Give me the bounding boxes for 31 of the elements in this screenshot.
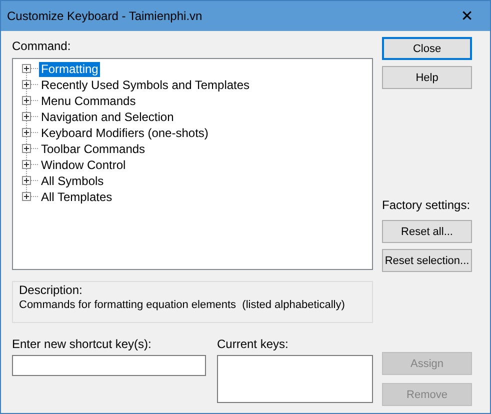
expand-icon[interactable]	[21, 173, 39, 189]
tree-item[interactable]: Navigation and Selection	[39, 110, 176, 124]
expand-icon[interactable]	[21, 93, 39, 109]
tree-item[interactable]: Recently Used Symbols and Templates	[39, 78, 252, 92]
dialog-button[interactable]: Reset all...	[382, 220, 472, 243]
tree-item[interactable]: Keyboard Modifiers (one-shots)	[39, 126, 210, 140]
command-label: Command:	[12, 39, 72, 54]
shortcut-field[interactable]	[12, 355, 206, 376]
tree-item[interactable]: Toolbar Commands	[39, 142, 148, 156]
tree-item[interactable]: All Symbols	[39, 174, 106, 188]
tree-item[interactable]: Formatting	[39, 62, 100, 76]
dialog-button[interactable]: Reset selection...	[382, 249, 472, 272]
dialog-button[interactable]: Close	[382, 37, 472, 60]
description-label: Description:	[19, 283, 84, 297]
tree-item[interactable]: All Templates	[39, 190, 114, 204]
expand-icon[interactable]	[21, 141, 39, 157]
description-text: Commands for formatting equation elements (listed alphabetically)	[19, 298, 345, 313]
expand-icon[interactable]	[21, 157, 39, 173]
close-button[interactable]: ✕	[444, 1, 490, 31]
window-title: Customize Keyboard - Taimienphi.vn	[7, 9, 202, 23]
dialog-button[interactable]: Help	[382, 66, 472, 89]
tree-item[interactable]: Menu Commands	[39, 94, 138, 108]
expand-icon[interactable]	[21, 77, 39, 93]
expand-icon[interactable]	[21, 61, 39, 77]
shortcut-label: Enter new shortcut key(s):	[12, 337, 152, 352]
factory-settings-label: Factory settings:	[382, 198, 472, 213]
current-keys-list[interactable]	[217, 355, 373, 403]
expand-icon[interactable]	[21, 125, 39, 141]
tree-item[interactable]: Window Control	[39, 158, 128, 172]
expand-icon[interactable]	[21, 109, 39, 125]
current-keys-label: Current keys:	[217, 337, 290, 352]
